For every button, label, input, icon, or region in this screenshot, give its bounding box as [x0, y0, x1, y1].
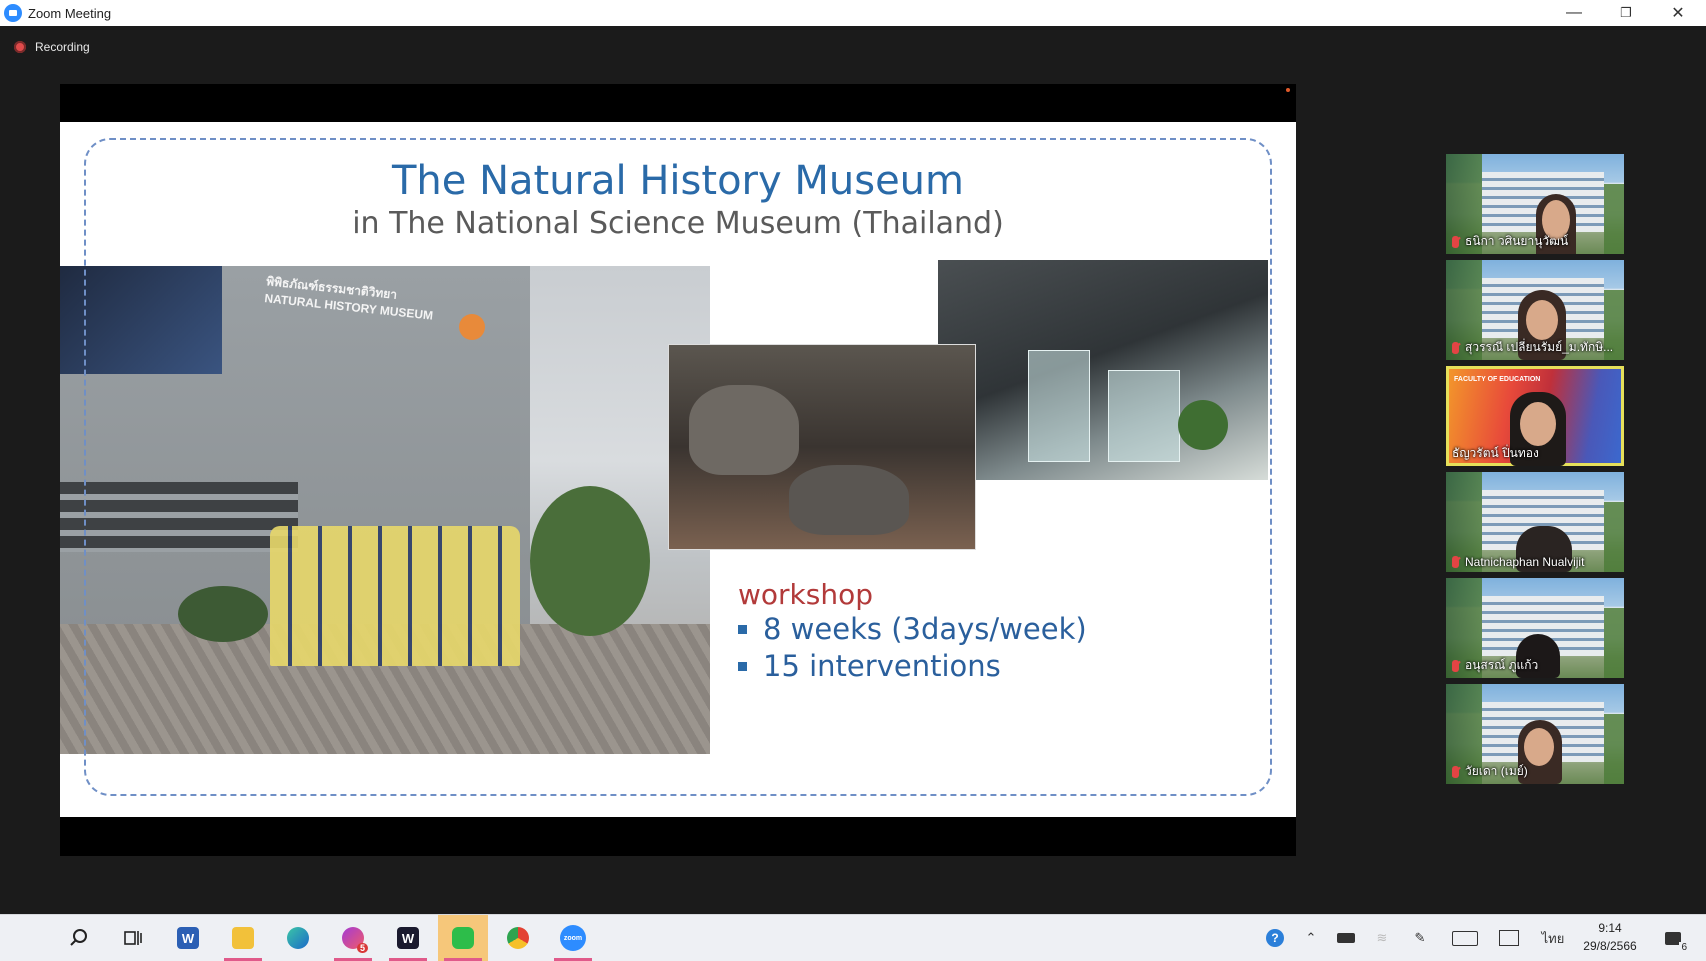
touch-keyboard-button[interactable] — [1450, 915, 1480, 961]
messenger-icon: 5 — [342, 927, 368, 953]
task-view-button[interactable] — [108, 915, 158, 961]
webex-icon: W — [397, 927, 419, 949]
clock-time: 9:14 — [1598, 921, 1622, 935]
zoom-taskbar-button[interactable]: zoom — [548, 915, 598, 961]
active-speaker-tile[interactable]: FACULTY OF EDUCATION ธัญวรัตน์ ปิ่นทอง — [1446, 366, 1624, 466]
word-icon: W — [177, 927, 199, 949]
participant-gallery: ธนิกา วศินยานุวัฒน์ สุวรรณี เปลี่ยนรัมย์… — [1446, 154, 1624, 790]
language-indicator[interactable]: ไทย — [1538, 915, 1568, 961]
network-tray-button[interactable]: ≋ — [1370, 915, 1394, 961]
participant-tile[interactable]: วัยเดา (เมย์) — [1446, 684, 1624, 784]
wifi-icon: ≋ — [1376, 930, 1388, 945]
restore-button[interactable]: ❐ — [1600, 0, 1652, 26]
webex-taskbar-button[interactable]: W — [383, 915, 433, 961]
participant-tile[interactable]: สุวรรณี เปลี่ยนรัมย์_ม.ทักษิ... — [1446, 260, 1624, 360]
close-button[interactable]: ✕ — [1652, 0, 1704, 26]
zoom-app-icon — [4, 4, 22, 22]
keyboard-icon — [1452, 930, 1478, 946]
participant-name: วัยเดา (เมย์) — [1465, 764, 1528, 778]
participant-name-label: Natnichaphan Nualvijit — [1452, 555, 1620, 569]
action-center-button[interactable]: 6 — [1656, 915, 1690, 961]
help-tray-button[interactable]: ? — [1262, 915, 1288, 961]
edge-taskbar-button[interactable] — [273, 915, 323, 961]
search-icon — [68, 927, 90, 949]
share-indicator-dot — [1286, 88, 1290, 92]
messenger-badge: 5 — [356, 943, 368, 953]
battery-tray-button[interactable] — [1334, 915, 1358, 961]
help-icon: ? — [1266, 929, 1284, 947]
display-icon — [1499, 930, 1519, 946]
start-button[interactable] — [2, 915, 52, 961]
zoom-icon: zoom — [560, 925, 586, 951]
window-title-bar: Zoom Meeting — [0, 0, 1706, 26]
windows-logo-icon — [17, 928, 37, 948]
participant-name-label: ธัญวรัตน์ ปิ่นทอง — [1452, 444, 1620, 463]
participant-face — [1524, 728, 1554, 766]
shared-screen: The Natural History Museum in The Nation… — [60, 84, 1296, 856]
participant-name-label: ธนิกา วศินยานุวัฒน์ — [1452, 232, 1620, 251]
file-explorer-taskbar-button[interactable] — [218, 915, 268, 961]
participant-name: ธนิกา วศินยานุวัฒน์ — [1465, 234, 1569, 248]
muted-mic-icon — [1452, 341, 1459, 354]
participant-tile[interactable]: อนุสรณ์ ภูแก้ว — [1446, 578, 1624, 678]
search-button[interactable] — [54, 915, 104, 961]
show-hidden-icons-button[interactable]: ⌃ — [1300, 915, 1322, 961]
display-tray-button[interactable] — [1496, 915, 1522, 961]
chevron-up-icon: ⌃ — [1305, 930, 1317, 945]
slide-dashed-frame — [84, 138, 1272, 796]
participant-face — [1526, 300, 1558, 340]
pen-icon: ✎ — [1414, 930, 1426, 945]
taskbar: W 5 W zoom ? ⌃ ≋ ✎ ไทย 9:14 29/8/2566 6 — [0, 914, 1706, 961]
line-icon — [452, 927, 474, 949]
minimize-button[interactable]: — — [1548, 0, 1600, 26]
task-view-icon — [122, 927, 144, 949]
recording-label: Recording — [35, 40, 90, 54]
clock-date: 29/8/2566 — [1583, 939, 1637, 953]
participant-name: สุวรรณี เปลี่ยนรัมย์_ม.ทักษิ... — [1465, 340, 1614, 354]
chrome-taskbar-button[interactable] — [493, 915, 543, 961]
muted-mic-icon — [1452, 235, 1459, 248]
line-taskbar-button[interactable] — [438, 915, 488, 961]
participant-name-label: อนุสรณ์ ภูแก้ว — [1452, 656, 1620, 675]
faculty-banner: FACULTY OF EDUCATION — [1454, 376, 1541, 383]
recording-indicator[interactable]: Recording — [14, 40, 90, 54]
participant-face — [1520, 402, 1556, 446]
participant-tile[interactable]: Natnichaphan Nualvijit — [1446, 472, 1624, 572]
word-taskbar-button[interactable]: W — [163, 915, 213, 961]
participant-tile[interactable]: ธนิกา วศินยานุวัฒน์ — [1446, 154, 1624, 254]
participant-name-label: วัยเดา (เมย์) — [1452, 762, 1620, 781]
participant-name: อนุสรณ์ ภูแก้ว — [1465, 658, 1539, 672]
edge-icon — [287, 927, 309, 949]
muted-mic-icon — [1452, 659, 1459, 672]
window-title: Zoom Meeting — [28, 5, 112, 21]
recording-dot-icon — [14, 41, 26, 53]
notification-icon: 6 — [1665, 931, 1689, 953]
pen-tray-button[interactable]: ✎ — [1408, 915, 1432, 961]
chrome-icon — [507, 927, 529, 949]
presentation-slide: The Natural History Museum in The Nation… — [60, 122, 1296, 817]
participant-name: ธัญวรัตน์ ปิ่นทอง — [1452, 446, 1539, 460]
file-explorer-icon — [232, 927, 254, 949]
notification-count: 6 — [1679, 941, 1689, 953]
messenger-taskbar-button[interactable]: 5 — [328, 915, 378, 961]
participant-name: Natnichaphan Nualvijit — [1465, 555, 1585, 569]
battery-icon — [1337, 933, 1355, 943]
clock[interactable]: 9:14 29/8/2566 — [1582, 919, 1638, 955]
muted-mic-icon — [1452, 556, 1459, 568]
participant-name-label: สุวรรณี เปลี่ยนรัมย์_ม.ทักษิ... — [1452, 338, 1620, 357]
muted-mic-icon — [1452, 765, 1459, 778]
